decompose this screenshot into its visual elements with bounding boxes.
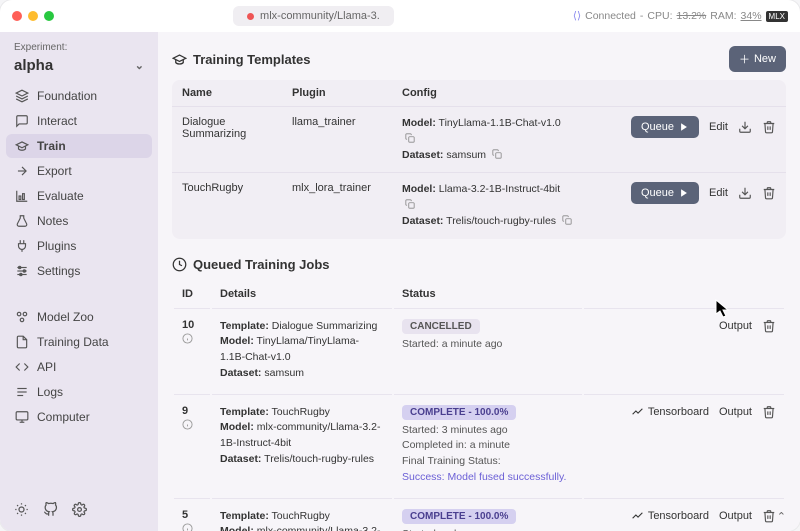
queue-button[interactable]: Queue: [631, 182, 699, 204]
sidebar-item-export[interactable]: Export: [6, 159, 152, 183]
new-button[interactable]: ＋ New: [729, 46, 786, 72]
job-id: 5: [182, 509, 188, 521]
download-icon[interactable]: [738, 120, 752, 134]
scroll-up-icon[interactable]: ⌃: [777, 510, 786, 523]
table-row: TouchRugbymlx_lora_trainerModel: Llama-3…: [172, 173, 786, 239]
record-dot-icon: [247, 13, 254, 20]
table-row: 10Template: Dialogue SummarizingModel: T…: [174, 308, 784, 392]
sidebar-item-evaluate[interactable]: Evaluate: [6, 184, 152, 208]
copy-icon[interactable]: [562, 216, 572, 227]
jobs-table: ID Details Status 10Template: Dialogue S…: [172, 280, 786, 531]
sidebar: Experiment: alpha ⌄ Foundation Interact …: [0, 32, 158, 531]
graduation-icon: [172, 52, 187, 67]
chart-icon: [14, 189, 29, 203]
output-link[interactable]: Output: [719, 406, 752, 418]
zoo-icon: [14, 310, 29, 324]
trash-icon[interactable]: [762, 319, 776, 333]
monitor-icon: [14, 410, 29, 424]
trash-icon[interactable]: [762, 509, 776, 523]
queue-button[interactable]: Queue: [631, 116, 699, 138]
title-text: mlx-community/Llama-3.: [260, 10, 380, 22]
edit-link[interactable]: Edit: [709, 187, 728, 199]
link-icon: ⟨⟩: [573, 10, 581, 22]
connection-status: ⟨⟩ Connected - CPU: 13.2% RAM: 34% MLX: [573, 10, 788, 22]
template-name: Dialogue Summarizing: [172, 107, 282, 173]
gear-icon[interactable]: [72, 502, 87, 517]
status-badge: CANCELLED: [402, 319, 480, 334]
copy-icon[interactable]: [405, 134, 415, 145]
code-icon: [14, 360, 29, 374]
copy-icon[interactable]: [492, 150, 502, 161]
template-name: TouchRugby: [172, 173, 282, 239]
table-row: 9Template: TouchRugbyModel: mlx-communit…: [174, 394, 784, 496]
output-link[interactable]: Output: [719, 510, 752, 522]
chat-icon: [14, 114, 29, 128]
job-id: 10: [182, 319, 194, 331]
sidebar-item-logs[interactable]: Logs: [6, 380, 152, 404]
sidebar-item-train[interactable]: Train: [6, 134, 152, 158]
theme-icon[interactable]: [14, 502, 29, 517]
document-icon: [14, 335, 29, 349]
sidebar-item-api[interactable]: API: [6, 355, 152, 379]
trash-icon[interactable]: [762, 120, 776, 134]
maximize-icon[interactable]: [44, 11, 54, 21]
sidebar-item-training-data[interactable]: Training Data: [6, 330, 152, 354]
status-badge: COMPLETE - 100.0%: [402, 509, 516, 524]
plug-icon: [14, 239, 29, 253]
sidebar-item-interact[interactable]: Interact: [6, 109, 152, 133]
chevron-down-icon: ⌄: [135, 59, 144, 72]
templates-title: Training Templates: [172, 52, 311, 67]
info-icon[interactable]: [182, 523, 202, 531]
table-row: Dialogue Summarizingllama_trainerModel: …: [172, 107, 786, 173]
export-icon: [14, 164, 29, 178]
window-controls: [12, 11, 54, 21]
title-pill: mlx-community/Llama-3.: [233, 6, 394, 26]
sidebar-item-plugins[interactable]: Plugins: [6, 234, 152, 258]
download-icon[interactable]: [738, 186, 752, 200]
graduation-icon: [14, 139, 29, 153]
minimize-icon[interactable]: [28, 11, 38, 21]
clock-icon: [172, 257, 187, 272]
status-badge: COMPLETE - 100.0%: [402, 405, 516, 420]
info-icon[interactable]: [182, 419, 202, 430]
sidebar-item-computer[interactable]: Computer: [6, 405, 152, 429]
template-plugin: mlx_lora_trainer: [282, 173, 392, 239]
trash-icon[interactable]: [762, 405, 776, 419]
sliders-icon: [14, 264, 29, 278]
layers-icon: [14, 89, 29, 103]
close-icon[interactable]: [12, 11, 22, 21]
experiment-label: Experiment:: [6, 40, 152, 55]
templates-table: Name Plugin Config Dialogue Summarizingl…: [172, 80, 786, 239]
sidebar-item-foundation[interactable]: Foundation: [6, 84, 152, 108]
logs-icon: [14, 385, 29, 399]
sidebar-item-notes[interactable]: Notes: [6, 209, 152, 233]
main-content: Training Templates ＋ New Name Plugin Con…: [158, 32, 800, 531]
copy-icon[interactable]: [405, 200, 415, 211]
trash-icon[interactable]: [762, 186, 776, 200]
sidebar-item-model-zoo[interactable]: Model Zoo: [6, 305, 152, 329]
jobs-title: Queued Training Jobs: [172, 257, 786, 272]
tensorboard-link[interactable]: Tensorboard: [631, 405, 709, 418]
output-link[interactable]: Output: [719, 320, 752, 332]
github-icon[interactable]: [43, 502, 58, 517]
table-row: 5Template: TouchRugbyModel: mlx-communit…: [174, 498, 784, 531]
mlx-badge: MLX: [766, 11, 788, 22]
template-plugin: llama_trainer: [282, 107, 392, 173]
experiment-selector[interactable]: alpha ⌄: [6, 55, 152, 84]
flask-icon: [14, 214, 29, 228]
sidebar-item-settings[interactable]: Settings: [6, 259, 152, 283]
tensorboard-link[interactable]: Tensorboard: [631, 509, 709, 522]
edit-link[interactable]: Edit: [709, 121, 728, 133]
info-icon[interactable]: [182, 333, 202, 344]
job-id: 9: [182, 405, 188, 417]
titlebar: mlx-community/Llama-3. ⟨⟩ Connected - CP…: [0, 0, 800, 32]
